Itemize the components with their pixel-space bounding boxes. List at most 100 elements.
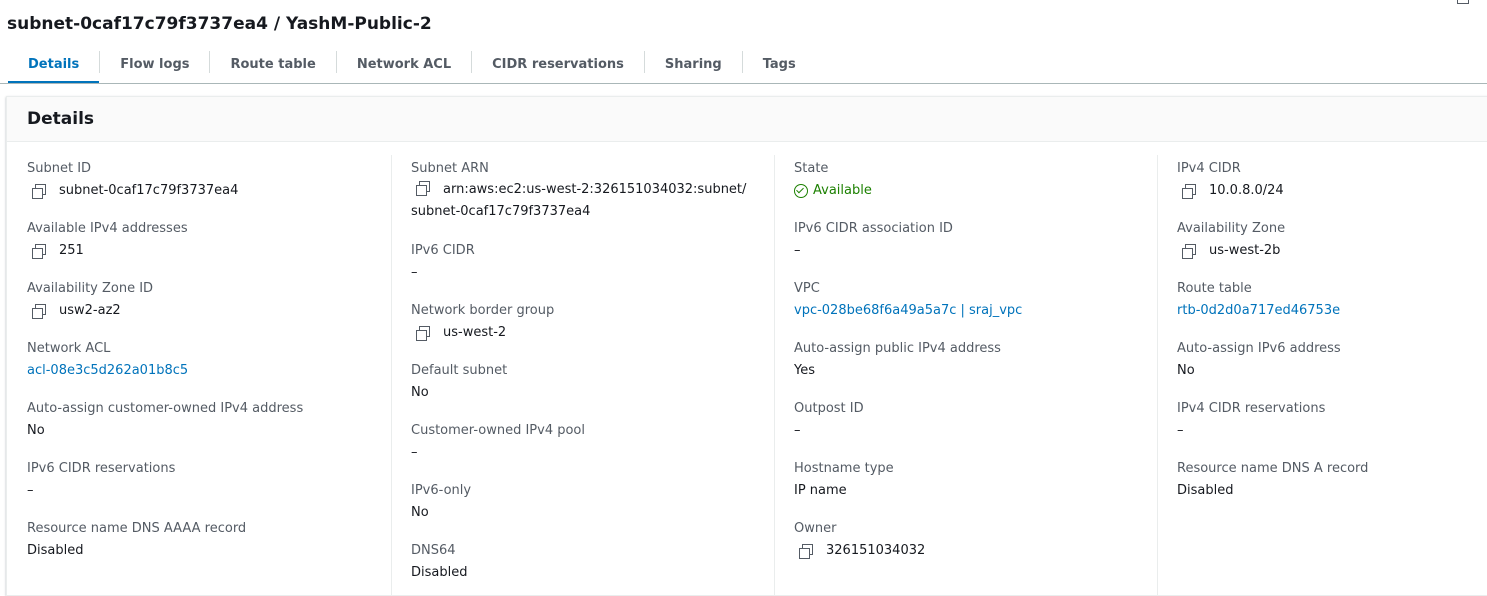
field-ipv6-association: IPv6 CIDR association ID – [794, 221, 953, 259]
field-network-acl: Network ACL acl-08e3c5d262a01b8c5 [27, 341, 188, 379]
field-auto-assign-public-ipv4: Auto-assign public IPv4 address Yes [794, 341, 1001, 379]
details-column-2: Subnet ARN arn:aws:ec2:us-west-2:3261510… [391, 155, 774, 595]
field-value: No [1177, 363, 1195, 378]
field-value: Disabled [411, 565, 468, 580]
field-owner: Owner 326151034032 [794, 521, 925, 559]
field-label: Resource name DNS A record [1177, 461, 1369, 476]
field-label: IPv6 CIDR reservations [27, 461, 176, 476]
field-value: Disabled [1177, 483, 1234, 498]
field-ipv6-cidr: IPv6 CIDR – [411, 243, 475, 281]
copy-icon[interactable] [31, 243, 47, 259]
field-value: No [411, 505, 429, 520]
field-label: Subnet ID [27, 161, 92, 176]
available-ipv4-value: 251 [59, 243, 84, 258]
field-value: arn:aws:ec2:us-west-2:326151034032:subne… [411, 179, 746, 223]
network-acl-link[interactable]: acl-08e3c5d262a01b8c5 [27, 363, 188, 379]
field-network-border-group: Network border group us-west-2 [411, 303, 554, 341]
copy-icon[interactable] [31, 303, 47, 319]
field-dns-a: Resource name DNS A record Disabled [1177, 461, 1368, 499]
field-label: IPv6-only [411, 483, 472, 498]
field-subnet-id: Subnet ID subnet-0caf17c79f3737ea4 [27, 161, 238, 199]
field-value: 326151034032 [794, 543, 925, 559]
field-dns64: DNS64 Disabled [411, 543, 467, 581]
az-value: us-west-2b [1209, 243, 1281, 258]
az-id-value: usw2-az2 [59, 303, 121, 318]
field-availability-zone: Availability Zone us-west-2b [1177, 221, 1285, 259]
tab-details[interactable]: Details [8, 48, 100, 84]
field-label: Hostname type [794, 461, 894, 476]
field-ipv4-cidr-reservations: IPv4 CIDR reservations – [1177, 401, 1325, 439]
panel-title: Details [7, 97, 1487, 142]
field-label: Available IPv4 addresses [27, 221, 188, 236]
field-value: No [411, 385, 429, 400]
state-value: Available [813, 183, 872, 198]
tab-cidr-reservations[interactable]: CIDR reservations [472, 48, 644, 84]
field-value: us-west-2 [411, 325, 554, 341]
field-label: Network border group [411, 303, 555, 318]
field-coip-pool: Customer-owned IPv4 pool – [411, 423, 585, 461]
field-value: us-west-2b [1177, 243, 1285, 259]
field-ipv4-cidr: IPv4 CIDR 10.0.8.0/24 [1177, 161, 1284, 199]
field-label: Auto-assign IPv6 address [1177, 341, 1341, 356]
field-label: Resource name DNS AAAA record [27, 521, 247, 536]
field-label: Customer-owned IPv4 pool [411, 423, 585, 438]
field-value: – [1177, 423, 1184, 438]
tab-route-table[interactable]: Route table [210, 48, 335, 84]
field-value: 251 [27, 243, 188, 259]
subnet-id-value: subnet-0caf17c79f3737ea4 [59, 183, 239, 198]
field-value: Disabled [27, 543, 84, 558]
field-ipv6-cidr-reservations: IPv6 CIDR reservations – [27, 461, 175, 499]
copy-icon[interactable] [415, 180, 431, 196]
nbg-value: us-west-2 [443, 325, 507, 340]
ipv4-cidr-value: 10.0.8.0/24 [1209, 183, 1284, 198]
copy-icon[interactable] [31, 183, 47, 199]
field-value: IP name [794, 483, 847, 498]
field-label: IPv6 CIDR [411, 243, 475, 258]
field-label: Auto-assign customer-owned IPv4 address [27, 401, 304, 416]
details-panel: Details Subnet ID subnet-0caf17c79f3737e… [6, 96, 1487, 596]
field-value: Yes [794, 363, 815, 378]
field-auto-assign-coip: Auto-assign customer-owned IPv4 address … [27, 401, 303, 439]
field-value: – [794, 423, 801, 438]
subnet-arn-value: arn:aws:ec2:us-west-2:326151034032:subne… [443, 182, 747, 197]
field-outpost-id: Outpost ID – [794, 401, 864, 439]
subnet-arn-value-cont: subnet-0caf17c79f3737ea4 [411, 204, 591, 219]
field-label: State [794, 161, 829, 176]
route-table-link[interactable]: rtb-0d2d0a717ed46753e [1177, 303, 1340, 319]
field-subnet-arn: Subnet ARN arn:aws:ec2:us-west-2:3261510… [411, 161, 746, 223]
copy-icon[interactable] [1181, 183, 1197, 199]
vpc-link[interactable]: vpc-028be68f6a49a5a7c | sraj_vpc [794, 303, 1022, 319]
field-label: VPC [794, 281, 820, 296]
field-value: – [794, 243, 801, 258]
field-vpc: VPC vpc-028be68f6a49a5a7c | sraj_vpc [794, 281, 1022, 319]
field-state: State Available [794, 161, 872, 199]
copy-icon[interactable] [1181, 243, 1197, 259]
tab-tags[interactable]: Tags [743, 48, 816, 84]
state-status: Available [794, 183, 872, 199]
field-label: Outpost ID [794, 401, 864, 416]
field-default-subnet: Default subnet No [411, 363, 507, 401]
field-label: Subnet ARN [411, 161, 489, 176]
window-corner-icon[interactable] [1457, 0, 1469, 4]
details-column-3: State Available IPv6 CIDR association ID… [774, 155, 1157, 595]
tab-network-acl[interactable]: Network ACL [337, 48, 471, 84]
field-value: – [411, 445, 418, 460]
field-dns-aaaa: Resource name DNS AAAA record Disabled [27, 521, 246, 559]
details-column-4: IPv4 CIDR 10.0.8.0/24 Availability Zone … [1157, 155, 1487, 595]
field-available-ipv4: Available IPv4 addresses 251 [27, 221, 188, 259]
tab-flow-logs[interactable]: Flow logs [100, 48, 209, 84]
field-label: Route table [1177, 281, 1252, 296]
owner-value: 326151034032 [826, 543, 926, 558]
copy-icon[interactable] [798, 543, 814, 559]
details-column-1: Subnet ID subnet-0caf17c79f3737ea4 Avail… [7, 155, 391, 595]
field-hostname-type: Hostname type IP name [794, 461, 894, 499]
tab-sharing[interactable]: Sharing [645, 48, 742, 84]
field-label: Default subnet [411, 363, 508, 378]
field-value: – [411, 265, 418, 280]
copy-icon[interactable] [415, 325, 431, 341]
field-az-id: Availability Zone ID usw2-az2 [27, 281, 153, 319]
field-value: usw2-az2 [27, 303, 153, 319]
field-value: subnet-0caf17c79f3737ea4 [27, 183, 238, 199]
page-title: subnet-0caf17c79f3737ea4 / YashM-Public-… [7, 14, 432, 34]
field-label: IPv6 CIDR association ID [794, 221, 953, 236]
